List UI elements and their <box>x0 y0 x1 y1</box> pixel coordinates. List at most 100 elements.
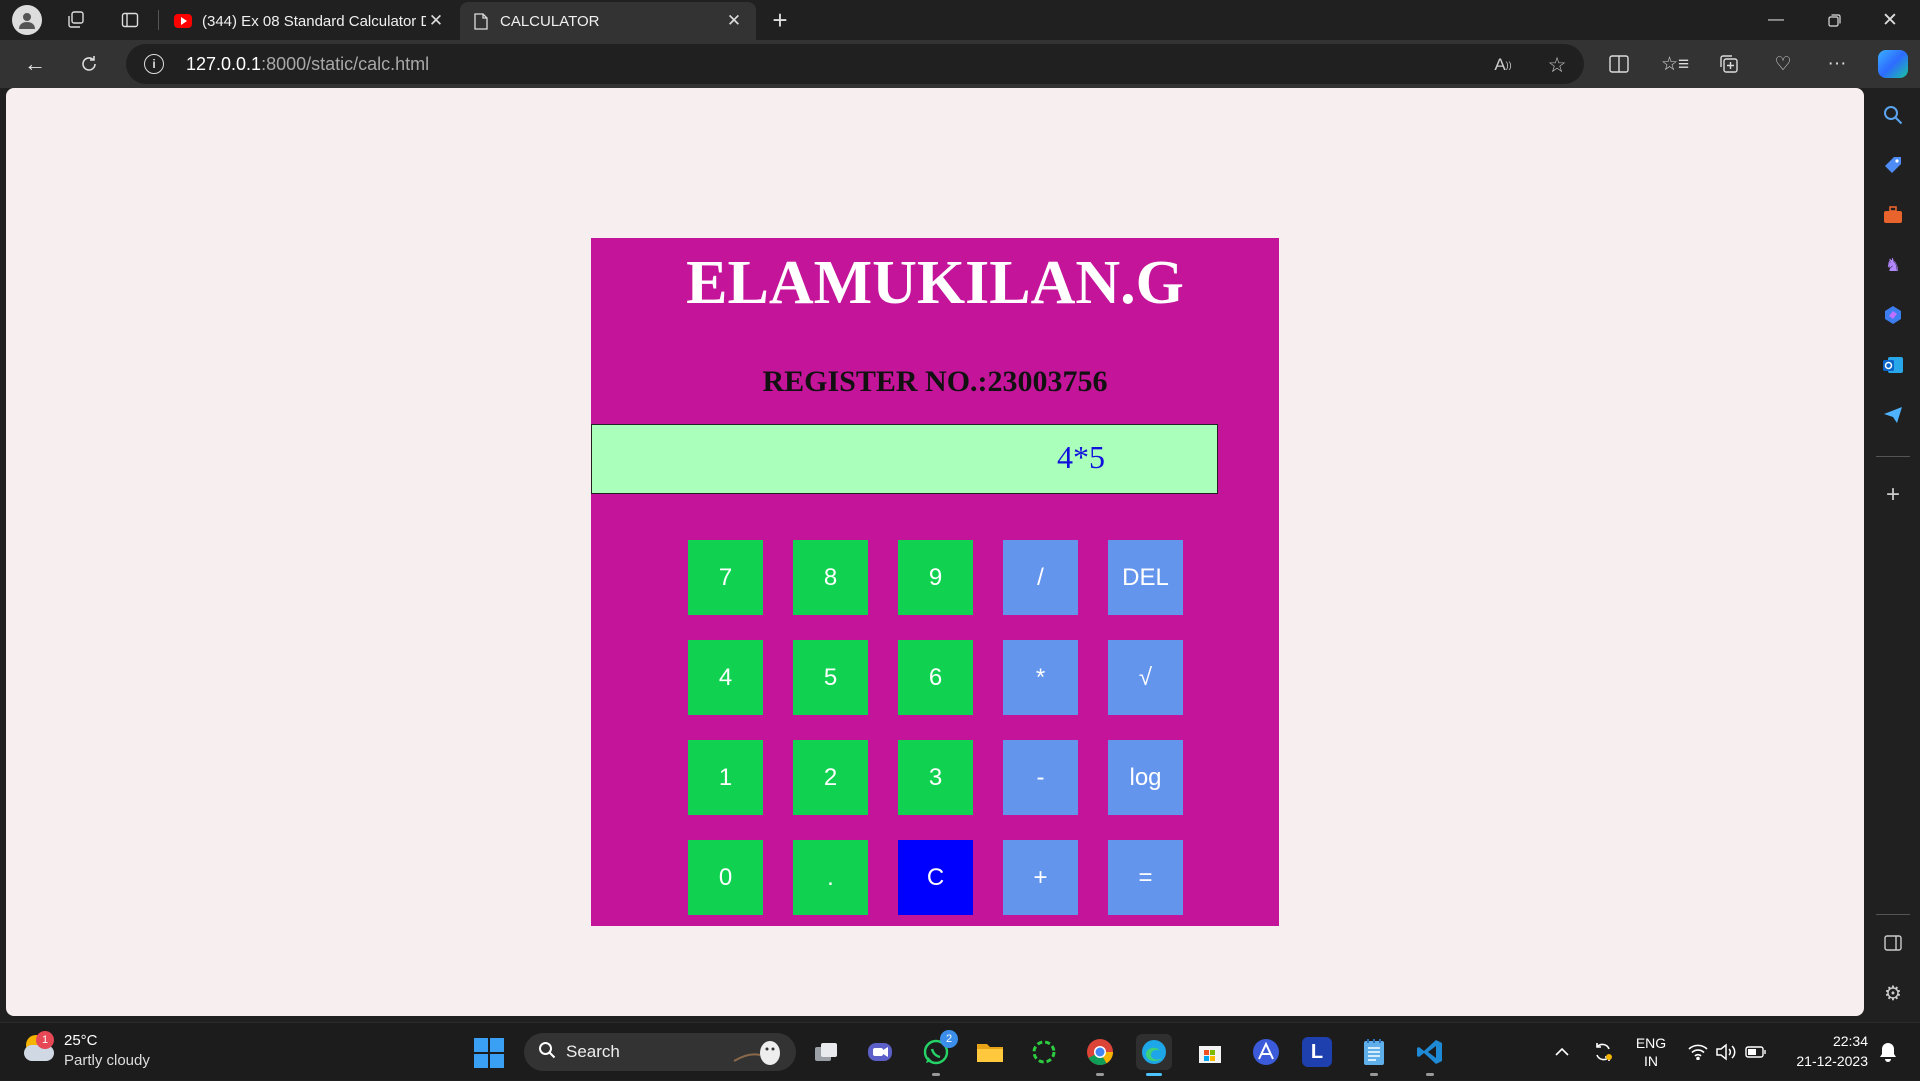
hide-sidebar-icon[interactable] <box>1878 928 1908 958</box>
address-field[interactable]: i 127.0.0.1:8000/static/calc.html A)) ☆ <box>126 44 1584 84</box>
workspaces-icon[interactable] <box>62 6 90 34</box>
key-divide-button[interactable]: / <box>1003 540 1078 615</box>
start-button[interactable] <box>474 1038 504 1068</box>
whatsapp-icon[interactable]: 2 <box>918 1030 958 1070</box>
refresh-button[interactable] <box>72 48 106 80</box>
notepad-icon[interactable] <box>1356 1034 1392 1070</box>
page-viewport: ELAMUKILAN.G REGISTER NO.:23003756 4*5 7… <box>6 88 1864 1016</box>
register-number: REGISTER NO.:23003756 <box>762 365 1108 398</box>
key-5-button[interactable]: 5 <box>793 640 868 715</box>
key-subtract-button[interactable]: - <box>1003 740 1078 815</box>
clock-time: 22:34 <box>1832 1033 1868 1049</box>
key-4-button[interactable]: 4 <box>688 640 763 715</box>
volume-icon[interactable] <box>1712 1023 1740 1081</box>
chrome-icon[interactable] <box>1082 1034 1118 1070</box>
key-sqrt-button[interactable]: √ <box>1108 640 1183 715</box>
url-text[interactable]: 127.0.0.1:8000/static/calc.html <box>186 54 429 75</box>
weather-badge: 1 <box>36 1031 54 1049</box>
weather-description[interactable]: Partly cloudy <box>64 1052 150 1069</box>
edge-sidebar: ♞ + ⚙ <box>1866 88 1920 1022</box>
search-icon <box>538 1041 556 1064</box>
key-log-button[interactable]: log <box>1108 740 1183 815</box>
clock-date: 21-12-2023 <box>1796 1053 1868 1069</box>
read-aloud-icon[interactable]: A)) <box>1490 52 1516 78</box>
edge-browser-icon[interactable] <box>1136 1034 1172 1070</box>
close-window-button[interactable]: ✕ <box>1862 0 1918 40</box>
active-indicator <box>1146 1073 1162 1076</box>
wifi-icon[interactable] <box>1684 1023 1712 1081</box>
key-multiply-button[interactable]: * <box>1003 640 1078 715</box>
key-6-button[interactable]: 6 <box>898 640 973 715</box>
sync-alert-icon[interactable] <box>1588 1023 1618 1081</box>
send-icon[interactable] <box>1878 400 1908 430</box>
meet-chat-icon[interactable] <box>862 1034 898 1070</box>
key-9-button[interactable]: 9 <box>898 540 973 615</box>
windows-logo-pane <box>490 1038 504 1052</box>
games-icon[interactable]: ♞ <box>1878 250 1908 280</box>
shopping-tag-icon[interactable] <box>1878 150 1908 180</box>
battery-icon[interactable] <box>1742 1023 1770 1081</box>
key-equals-button[interactable]: = <box>1108 840 1183 915</box>
calculator-display[interactable]: 4*5 <box>591 424 1218 494</box>
favorites-icon[interactable]: ☆≡ <box>1660 50 1690 78</box>
app-launcher-icon[interactable] <box>1248 1034 1284 1070</box>
l-app-icon[interactable]: L <box>1302 1037 1332 1067</box>
search-label: Search <box>566 1042 620 1061</box>
taskbar-search[interactable]: Search <box>524 1033 796 1071</box>
tab-youtube[interactable]: (344) Ex 08 Standard Calculator D ✕ <box>162 2 458 40</box>
region-code: IN <box>1644 1053 1658 1069</box>
copilot-icon[interactable] <box>1878 50 1908 78</box>
loading-ring-icon[interactable] <box>1026 1034 1062 1070</box>
clock[interactable]: 22:34 21-12-2023 <box>1784 1031 1868 1071</box>
site-info-icon[interactable]: i <box>144 54 164 74</box>
running-indicator <box>932 1073 940 1076</box>
tools-briefcase-icon[interactable] <box>1878 200 1908 230</box>
outlook-icon[interactable] <box>1878 350 1908 380</box>
close-tab-icon[interactable]: ✕ <box>426 11 446 31</box>
weather-icon[interactable]: 1 <box>22 1031 56 1065</box>
key-add-button[interactable]: + <box>1003 840 1078 915</box>
back-button[interactable]: ← <box>18 48 52 80</box>
favorite-star-icon[interactable]: ☆ <box>1544 52 1570 78</box>
key-clear-button[interactable]: C <box>898 840 973 915</box>
key-decimal-button[interactable]: . <box>793 840 868 915</box>
tab-actions-icon[interactable] <box>116 6 144 34</box>
collections-icon[interactable] <box>1714 50 1744 78</box>
language-indicator[interactable]: ENG IN <box>1628 1023 1674 1081</box>
weather-temperature[interactable]: 25°C <box>64 1032 98 1049</box>
split-screen-icon[interactable] <box>1604 50 1634 78</box>
windows-logo-pane <box>474 1054 488 1068</box>
file-explorer-icon[interactable] <box>972 1034 1008 1070</box>
close-tab-icon[interactable]: ✕ <box>724 11 744 31</box>
tab-calculator[interactable]: CALCULATOR ✕ <box>460 2 756 40</box>
whatsapp-badge: 2 <box>940 1030 958 1048</box>
display-value: 4*5 <box>1057 439 1105 475</box>
key-1-button[interactable]: 1 <box>688 740 763 815</box>
vscode-icon[interactable] <box>1412 1034 1448 1070</box>
key-delete-button[interactable]: DEL <box>1108 540 1183 615</box>
key-0-button[interactable]: 0 <box>688 840 763 915</box>
language-code: ENG <box>1635 1035 1667 1051</box>
key-8-button[interactable]: 8 <box>793 540 868 615</box>
microsoft-store-icon[interactable] <box>1192 1034 1228 1070</box>
microsoft-365-icon[interactable] <box>1878 300 1908 330</box>
minimize-button[interactable]: — <box>1748 0 1804 40</box>
settings-gear-icon[interactable]: ⚙ <box>1878 978 1908 1008</box>
key-7-button[interactable]: 7 <box>688 540 763 615</box>
more-options-icon[interactable]: ··· <box>1822 50 1852 78</box>
browser-essentials-icon[interactable]: ♡ <box>1768 50 1798 78</box>
key-2-button[interactable]: 2 <box>793 740 868 815</box>
restore-button[interactable] <box>1806 0 1862 40</box>
profile-icon[interactable] <box>12 5 42 35</box>
add-icon[interactable]: + <box>1878 480 1908 510</box>
sidebar-divider <box>1876 914 1910 915</box>
taskbar: 1 25°C Partly cloudy Search 2 L ENG IN 2… <box>0 1022 1920 1080</box>
owl-illustration-icon <box>732 1037 788 1067</box>
notification-bell-icon[interactable] <box>1874 1023 1902 1081</box>
show-hidden-icons-chevron-icon[interactable] <box>1548 1023 1576 1081</box>
new-tab-button[interactable]: + <box>764 4 796 36</box>
key-3-button[interactable]: 3 <box>898 740 973 815</box>
task-view-icon[interactable] <box>808 1034 844 1070</box>
url-path: :8000/static/calc.html <box>261 54 430 74</box>
search-icon[interactable] <box>1878 100 1908 130</box>
